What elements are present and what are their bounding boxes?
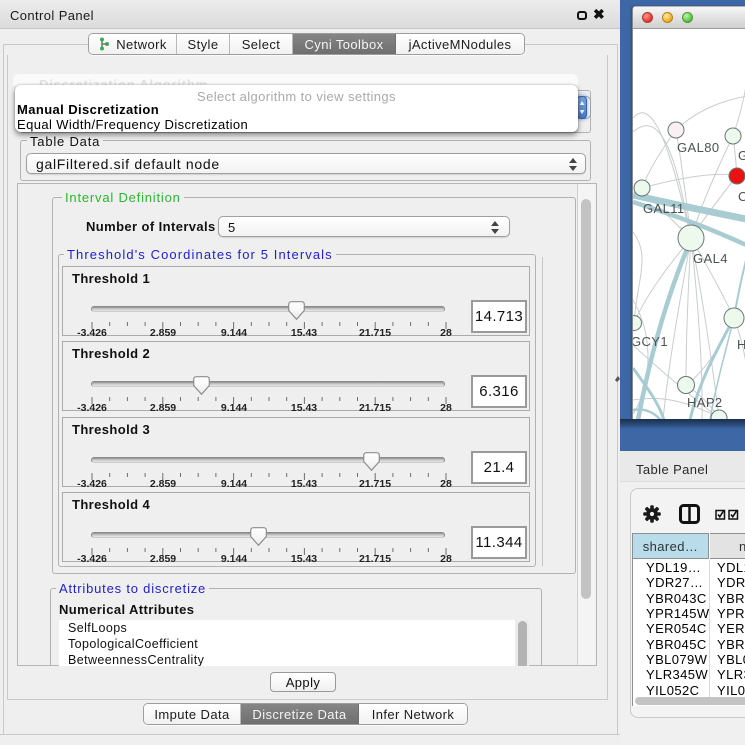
svg-text:GA: GA <box>738 148 745 163</box>
svg-text:GCY1: GCY1 <box>633 334 668 349</box>
svg-text:HAP2: HAP2 <box>687 395 723 410</box>
svg-text:GAL4: GAL4 <box>693 251 728 266</box>
svg-text:H: H <box>737 337 745 352</box>
svg-text:GAL11: GAL11 <box>643 201 685 216</box>
svg-text:C: C <box>738 189 745 204</box>
svg-text:GAL80: GAL80 <box>677 140 719 155</box>
